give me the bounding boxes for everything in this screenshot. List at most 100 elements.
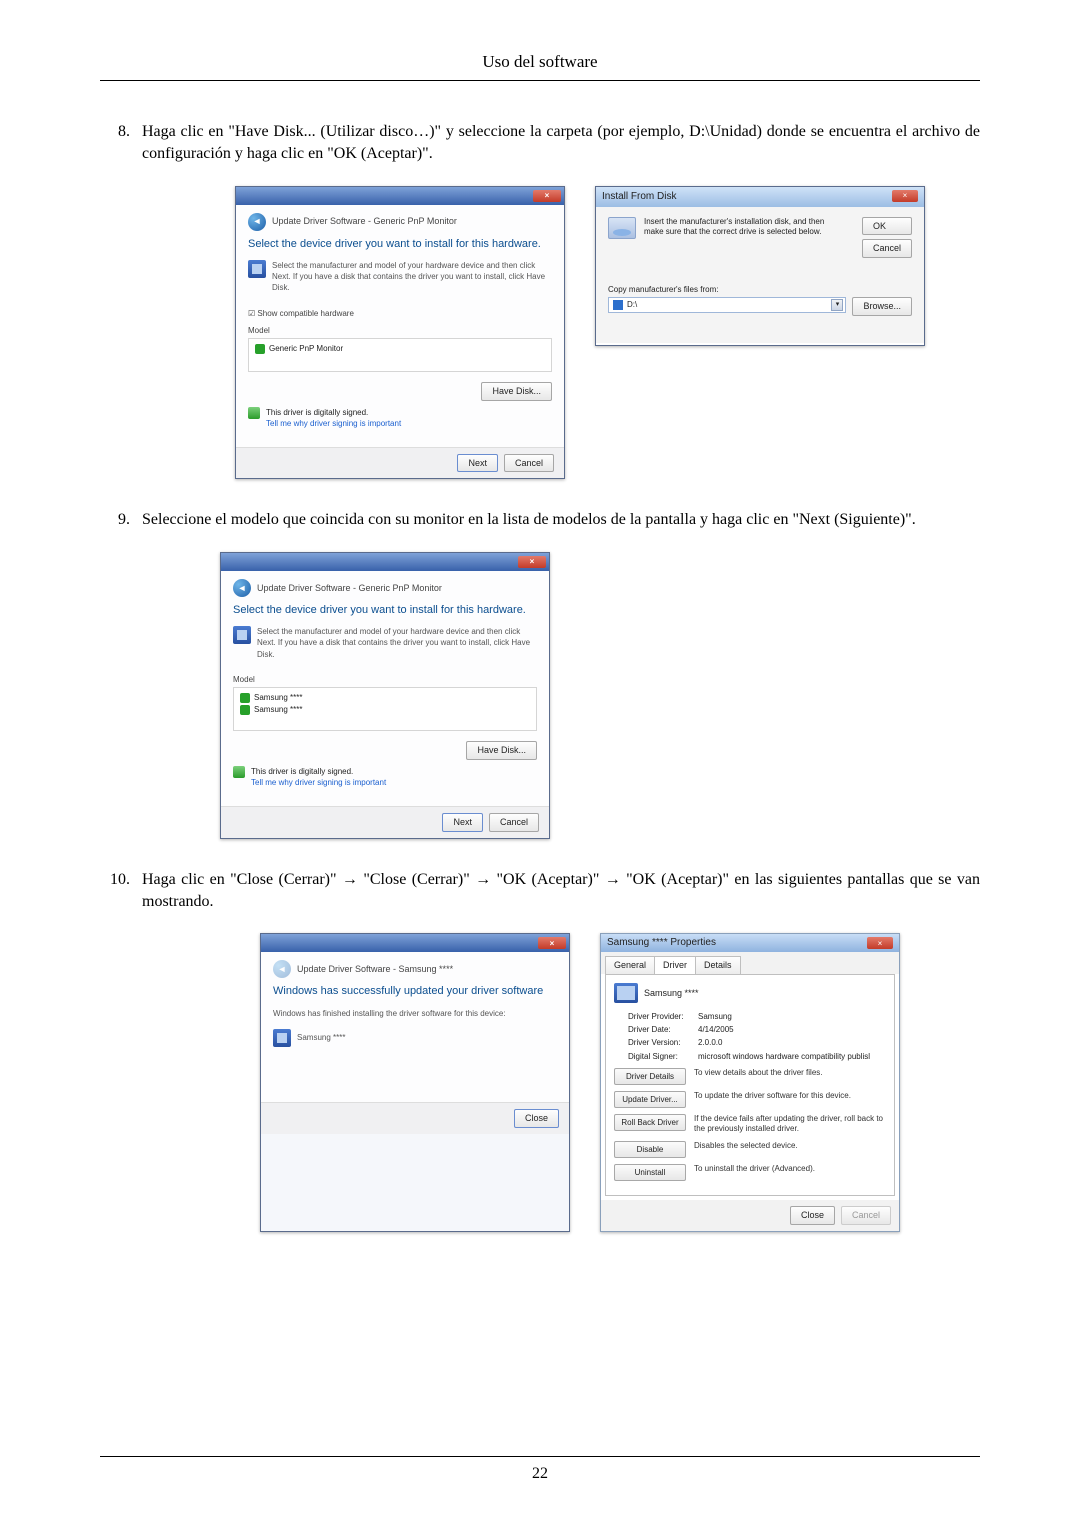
uninstall-desc: To uninstall the driver (Advanced). [694, 1164, 886, 1174]
dialog-titlebar: Install From Disk × [596, 187, 924, 207]
list-item[interactable]: Generic PnP Monitor [255, 343, 545, 354]
dialog-footer: Close Cancel [601, 1200, 899, 1231]
list-item[interactable]: Samsung **** [240, 692, 530, 703]
next-button[interactable]: Next [457, 454, 498, 473]
device-ok-icon [240, 705, 250, 715]
have-disk-button[interactable]: Have Disk... [466, 741, 537, 760]
model-list-label: Model [233, 674, 537, 685]
signing-info-link[interactable]: Tell me why driver signing is important [266, 419, 401, 428]
dialog-heading: Select the device driver you want to ins… [233, 603, 537, 618]
cancel-button[interactable]: Cancel [841, 1206, 891, 1225]
breadcrumb-text: Update Driver Software - Samsung **** [297, 963, 453, 976]
window-titlebar: × [236, 187, 564, 205]
monitor-icon [273, 1029, 291, 1047]
page-header-title: Uso del software [100, 50, 980, 78]
page-number: 22 [0, 1463, 1080, 1485]
monitor-icon [614, 983, 638, 1003]
step-8-text: Haga clic en "Have Disk... (Utilizar dis… [142, 121, 980, 166]
signed-text: This driver is digitally signed. [266, 407, 401, 418]
disable-desc: Disables the selected device. [694, 1141, 886, 1151]
signed-text: This driver is digitally signed. [251, 766, 386, 777]
device-properties-dialog: Samsung **** Properties × General Driver… [600, 933, 900, 1231]
close-icon[interactable]: × [892, 190, 918, 202]
kv-driver-provider: Driver Provider:Samsung [628, 1011, 886, 1022]
step-10: 10. Haga clic en "Close (Cerrar)" → "Clo… [100, 869, 980, 914]
update-driver-button[interactable]: Update Driver... [614, 1091, 686, 1108]
dialog-subtext: Select the manufacturer and model of you… [233, 626, 537, 660]
kv-driver-version: Driver Version:2.0.0.0 [628, 1037, 886, 1048]
copy-from-label: Copy manufacturer's files from: [608, 284, 912, 295]
list-item-label: Generic PnP Monitor [269, 343, 343, 354]
breadcrumb-text: Update Driver Software - Generic PnP Mon… [257, 582, 442, 595]
close-icon[interactable]: × [538, 937, 566, 949]
dialog-subtext: Windows has finished installing the driv… [273, 1008, 557, 1019]
tab-driver[interactable]: Driver [654, 956, 696, 974]
ok-button[interactable]: OK [862, 217, 912, 236]
dialog-subtext: Select the manufacturer and model of you… [248, 260, 552, 294]
breadcrumb-text: Update Driver Software - Generic PnP Mon… [272, 215, 457, 228]
shield-icon [233, 766, 245, 778]
back-arrow-icon[interactable]: ◄ [248, 213, 266, 231]
dialog-title-text: Install From Disk [602, 190, 676, 204]
close-button[interactable]: Close [790, 1206, 835, 1225]
rollback-driver-button[interactable]: Roll Back Driver [614, 1114, 686, 1131]
close-icon[interactable]: × [533, 190, 561, 202]
step-10-text: Haga clic en "Close (Cerrar)" → "Close (… [142, 869, 980, 914]
install-instructions: Insert the manufacturer's installation d… [644, 217, 846, 258]
device-name: Samsung **** [297, 1029, 345, 1047]
path-combobox[interactable]: D:\ ▾ [608, 297, 846, 313]
shield-icon [248, 407, 260, 419]
browse-button[interactable]: Browse... [852, 297, 912, 316]
install-from-disk-dialog: Install From Disk × Insert the manufactu… [595, 186, 925, 346]
driver-details-desc: To view details about the driver files. [694, 1068, 886, 1078]
signing-info-link[interactable]: Tell me why driver signing is important [251, 778, 386, 787]
dialog-heading: Windows has successfully updated your dr… [273, 984, 557, 999]
monitor-icon [233, 626, 251, 644]
dialog-footer: Next Cancel [221, 806, 549, 838]
device-header: Samsung **** [614, 983, 886, 1003]
device-name: Samsung **** [644, 987, 699, 1000]
cancel-button[interactable]: Cancel [862, 239, 912, 258]
breadcrumb: ◄ Update Driver Software - Samsung **** [273, 960, 557, 978]
breadcrumb: ◄ Update Driver Software - Generic PnP M… [248, 213, 552, 231]
tab-strip: General Driver Details [601, 952, 899, 974]
update-driver-desc: To update the driver software for this d… [694, 1091, 886, 1101]
device-ok-icon [240, 693, 250, 703]
tab-panel-driver: Samsung **** Driver Provider:Samsung Dri… [605, 974, 895, 1196]
dialog-subtext-content: Select the manufacturer and model of you… [272, 260, 552, 294]
have-disk-button[interactable]: Have Disk... [481, 382, 552, 401]
disable-button[interactable]: Disable [614, 1141, 686, 1158]
update-driver-wizard-dialog: × ◄ Update Driver Software - Generic PnP… [235, 186, 565, 480]
close-icon[interactable]: × [518, 556, 546, 568]
kv-driver-date: Driver Date:4/14/2005 [628, 1024, 886, 1035]
cancel-button[interactable]: Cancel [489, 813, 539, 832]
window-titlebar: × [261, 934, 569, 952]
cancel-button[interactable]: Cancel [504, 454, 554, 473]
footer-rule [100, 1456, 980, 1457]
uninstall-button[interactable]: Uninstall [614, 1164, 686, 1181]
back-arrow-icon: ◄ [273, 960, 291, 978]
driver-details-button[interactable]: Driver Details [614, 1068, 686, 1085]
list-item-label: Samsung **** [254, 692, 302, 703]
model-list-label: Model [248, 325, 552, 336]
close-icon[interactable]: × [867, 937, 893, 949]
monitor-icon [248, 260, 266, 278]
close-button[interactable]: Close [514, 1109, 559, 1128]
show-compatible-checkbox[interactable]: ☑ Show compatible hardware [248, 308, 552, 319]
rollback-driver-desc: If the device fails after updating the d… [694, 1114, 886, 1135]
kv-digital-signer: Digital Signer:microsoft windows hardwar… [628, 1051, 886, 1062]
model-list[interactable]: Samsung **** Samsung **** [233, 687, 537, 731]
dialog-heading: Select the device driver you want to ins… [248, 237, 552, 252]
next-button[interactable]: Next [442, 813, 483, 832]
tab-general[interactable]: General [605, 956, 655, 974]
device-ok-icon [255, 344, 265, 354]
dialog-footer: Close [261, 1102, 569, 1134]
model-list[interactable]: Generic PnP Monitor [248, 338, 552, 372]
header-rule [100, 80, 980, 81]
chevron-down-icon[interactable]: ▾ [831, 299, 843, 311]
list-item[interactable]: Samsung **** [240, 704, 530, 715]
list-item-label: Samsung **** [254, 704, 302, 715]
tab-details[interactable]: Details [695, 956, 741, 974]
back-arrow-icon[interactable]: ◄ [233, 579, 251, 597]
dialog-titlebar: Samsung **** Properties × [601, 934, 899, 952]
